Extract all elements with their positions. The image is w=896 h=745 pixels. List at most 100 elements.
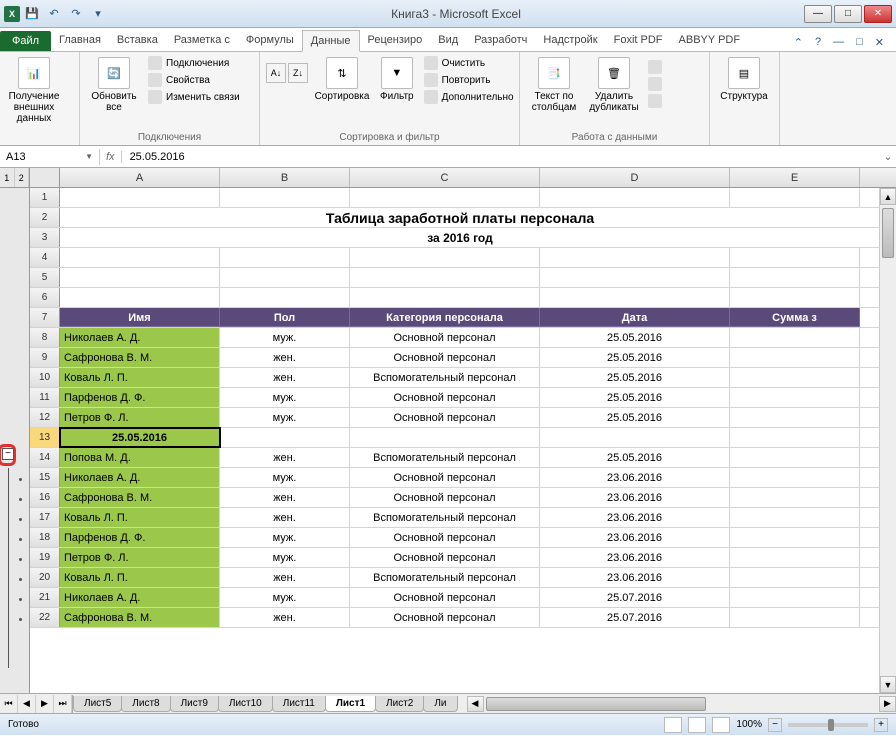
row-header[interactable]: 10 — [30, 368, 60, 387]
cell[interactable]: 23.06.2016 — [540, 508, 730, 527]
save-icon[interactable]: 💾 — [22, 4, 42, 24]
fx-button[interactable]: fx — [100, 151, 122, 163]
cell[interactable] — [350, 428, 540, 447]
cell[interactable] — [730, 508, 860, 527]
ribbon-tab[interactable]: Формулы — [238, 30, 302, 51]
scroll-right-button[interactable]: ▶ — [879, 696, 896, 712]
cell[interactable]: 25.05.2016 — [540, 388, 730, 407]
cell[interactable]: 25.05.2016 — [540, 348, 730, 367]
cell[interactable]: муж. — [220, 408, 350, 427]
cell[interactable]: муж. — [220, 328, 350, 347]
cell[interactable]: Основной персонал — [350, 528, 540, 547]
cell[interactable] — [350, 248, 540, 267]
row-header[interactable]: 7 — [30, 308, 60, 327]
row-header[interactable]: 9 — [30, 348, 60, 367]
cell[interactable]: Петров Ф. Л. — [60, 548, 220, 567]
cell[interactable]: Основной персонал — [350, 488, 540, 507]
column-header-e[interactable]: E — [730, 168, 860, 187]
ribbon-tab[interactable]: Foxit PDF — [606, 30, 671, 51]
last-sheet-button[interactable]: ⏭ — [54, 695, 72, 713]
cell[interactable]: Коваль Л. П. — [60, 368, 220, 387]
cell[interactable]: жен. — [220, 608, 350, 627]
row-header[interactable]: 19 — [30, 548, 60, 567]
ribbon-tab[interactable]: Разметка с — [166, 30, 238, 51]
cell[interactable]: жен. — [220, 488, 350, 507]
cell[interactable]: Коваль Л. П. — [60, 508, 220, 527]
cell[interactable]: 25.05.2016 — [540, 368, 730, 387]
cell[interactable] — [730, 448, 860, 467]
header-cell[interactable]: Категория персонала — [350, 308, 540, 327]
expand-formula-icon[interactable]: ⌄ — [880, 150, 896, 163]
outline-level-1[interactable]: 1 — [0, 168, 15, 187]
row-header[interactable]: 5 — [30, 268, 60, 287]
cell[interactable] — [220, 248, 350, 267]
next-sheet-button[interactable]: ▶ — [36, 695, 54, 713]
outline-level-2[interactable]: 2 — [15, 168, 30, 187]
cell[interactable] — [220, 188, 350, 207]
ribbon-tab[interactable]: ABBYY PDF — [671, 30, 749, 51]
consolidate-button[interactable] — [646, 76, 664, 92]
cell[interactable]: 25.05.2016 — [540, 328, 730, 347]
cell[interactable] — [220, 428, 350, 447]
cell[interactable]: Николаев А. Д. — [60, 328, 220, 347]
row-header[interactable]: 20 — [30, 568, 60, 587]
filter-button[interactable]: ▼ Фильтр — [376, 55, 418, 104]
edit-links-button[interactable]: Изменить связи — [146, 89, 242, 105]
cell[interactable]: Николаев А. Д. — [60, 588, 220, 607]
sheet-tab[interactable]: Лист5 — [73, 696, 122, 712]
cell[interactable]: муж. — [220, 388, 350, 407]
zoom-in-button[interactable]: + — [874, 718, 888, 732]
cell[interactable] — [350, 188, 540, 207]
cell[interactable]: Основной персонал — [350, 468, 540, 487]
row-header[interactable]: 13 — [30, 428, 60, 447]
cell[interactable]: Парфенов Д. Ф. — [60, 388, 220, 407]
column-header-b[interactable]: B — [220, 168, 350, 187]
row-header[interactable]: 16 — [30, 488, 60, 507]
horizontal-scrollbar[interactable]: ◀ ▶ — [467, 696, 896, 712]
cell[interactable]: муж. — [220, 468, 350, 487]
row-header[interactable]: 17 — [30, 508, 60, 527]
cell[interactable] — [730, 348, 860, 367]
header-cell[interactable]: Дата — [540, 308, 730, 327]
doc-minimize-icon[interactable]: — — [829, 34, 848, 51]
cell[interactable]: Основной персонал — [350, 548, 540, 567]
first-sheet-button[interactable]: ⏮ — [0, 695, 18, 713]
cell[interactable]: 23.06.2016 — [540, 548, 730, 567]
row-header[interactable]: 22 — [30, 608, 60, 627]
sheet-tab[interactable]: Лист8 — [121, 696, 170, 712]
ribbon-tab[interactable]: Главная — [51, 30, 109, 51]
cell[interactable] — [730, 608, 860, 627]
header-cell[interactable]: Пол — [220, 308, 350, 327]
row-header[interactable]: 11 — [30, 388, 60, 407]
ribbon-tab[interactable]: Вставка — [109, 30, 166, 51]
validation-button[interactable] — [646, 59, 664, 75]
doc-restore-icon[interactable]: □ — [852, 34, 867, 51]
minimize-button[interactable]: — — [804, 5, 832, 23]
doc-close-icon[interactable]: ✕ — [871, 34, 888, 51]
cell[interactable] — [60, 188, 220, 207]
cell[interactable]: Основной персонал — [350, 408, 540, 427]
zoom-thumb[interactable] — [828, 719, 834, 731]
advanced-filter-button[interactable]: Дополнительно — [422, 89, 516, 105]
cell[interactable] — [730, 248, 860, 267]
cell[interactable]: 23.06.2016 — [540, 468, 730, 487]
sort-az-button[interactable]: A↓ — [266, 63, 286, 83]
cell[interactable]: жен. — [220, 448, 350, 467]
title-cell[interactable]: Таблица заработной платы персонала — [60, 208, 860, 227]
cell[interactable] — [730, 188, 860, 207]
cell[interactable]: Вспомогательный персонал — [350, 568, 540, 587]
cell[interactable]: Вспомогательный персонал — [350, 368, 540, 387]
column-header-c[interactable]: C — [350, 168, 540, 187]
header-cell[interactable]: Сумма з — [730, 308, 860, 327]
cell[interactable]: Основной персонал — [350, 608, 540, 627]
cell[interactable] — [540, 428, 730, 447]
cell[interactable] — [730, 428, 860, 447]
cell[interactable]: жен. — [220, 368, 350, 387]
maximize-button[interactable]: □ — [834, 5, 862, 23]
cell[interactable]: муж. — [220, 588, 350, 607]
prev-sheet-button[interactable]: ◀ — [18, 695, 36, 713]
row-header[interactable]: 12 — [30, 408, 60, 427]
sort-button[interactable]: ⇅ Сортировка — [312, 55, 372, 104]
ribbon-tab[interactable]: Рецензиро — [360, 30, 431, 51]
cell[interactable] — [730, 568, 860, 587]
